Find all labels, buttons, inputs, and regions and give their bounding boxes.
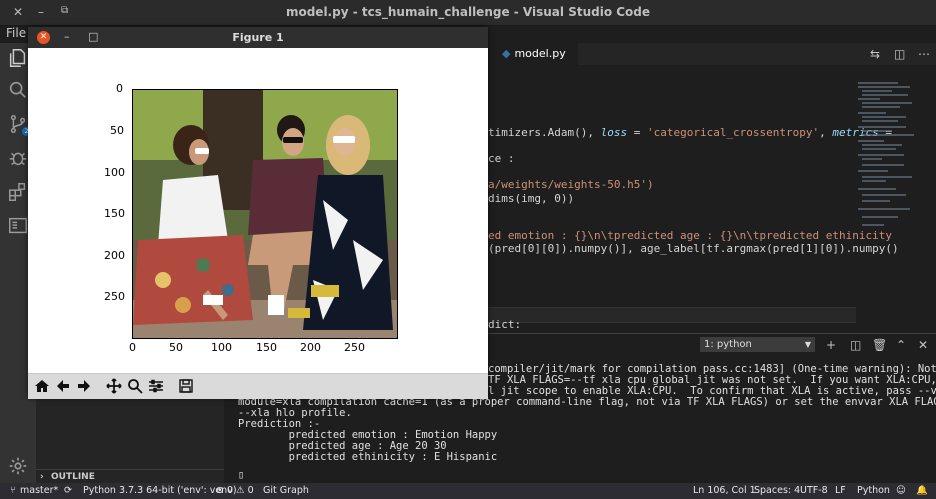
- figure-window: ✕ – □ Figure 1 0 50 100 150 200 250 0 50…: [28, 27, 488, 399]
- compare-icon[interactable]: ⇆: [870, 47, 880, 61]
- configure-subplots-icon[interactable]: [146, 377, 165, 395]
- code-line: dims(img, 0)): [488, 192, 575, 205]
- forward-arrow-icon[interactable]: [74, 377, 93, 395]
- image-display: [132, 89, 398, 339]
- debug-icon[interactable]: [6, 147, 30, 171]
- chevron-down-icon: ▼: [804, 340, 811, 349]
- code-line: (pred[0][0]).numpy()], age_label[tf.argm…: [488, 242, 899, 255]
- x-tick-label: 250: [344, 341, 365, 354]
- x-tick-label: 200: [300, 341, 321, 354]
- more-actions-icon[interactable]: ⋯: [918, 47, 930, 61]
- trash-icon[interactable]: 🗑: [872, 338, 887, 352]
- minimap[interactable]: [856, 80, 916, 240]
- extensions-icon[interactable]: [6, 181, 30, 205]
- zoom-icon[interactable]: [125, 377, 144, 395]
- tab-model-py[interactable]: ◆ model.py: [488, 43, 578, 65]
- terminal-cursor: ▯: [238, 469, 245, 481]
- back-arrow-icon[interactable]: [53, 377, 72, 395]
- code-line: ed emotion : {}\n\tpredicted age : {}\n\…: [488, 229, 892, 242]
- split-terminal-icon[interactable]: ◫: [850, 338, 861, 352]
- git-branch-icon: ⑂: [10, 485, 16, 496]
- photo-of-three-women: [133, 90, 397, 338]
- code-line: dict:: [488, 318, 522, 331]
- new-terminal-icon[interactable]: +: [826, 338, 836, 352]
- status-language[interactable]: Python: [857, 485, 890, 496]
- split-editor-icon[interactable]: ◫: [894, 47, 905, 61]
- status-position[interactable]: Ln 106, Col 1: [693, 485, 756, 496]
- terminal-line: predicted ethinicity : E Hispanic: [238, 451, 498, 463]
- home-icon[interactable]: [32, 377, 51, 395]
- status-spaces[interactable]: Spaces: 4: [754, 485, 800, 496]
- status-encoding[interactable]: UTF-8: [800, 485, 828, 496]
- outline-label: OUTLINE: [51, 472, 95, 482]
- remote-explorer-icon[interactable]: [6, 215, 30, 239]
- status-python[interactable]: Python 3.7.3 64-bit ('env': venv): [83, 485, 237, 496]
- chevron-right-icon: ›: [40, 472, 44, 482]
- maximize-panel-icon[interactable]: ⌃: [896, 338, 906, 352]
- figure-toolbar: [28, 373, 488, 399]
- status-eol[interactable]: LF: [835, 485, 846, 496]
- outline-section[interactable]: › OUTLINE: [36, 469, 224, 484]
- figure-title: Figure 1: [232, 31, 284, 44]
- tab-label: model.py: [514, 47, 566, 60]
- bell-icon[interactable]: 🔔: [916, 485, 928, 496]
- figure-titlebar: ✕ – □ Figure 1: [28, 27, 488, 48]
- status-branch[interactable]: master*: [20, 485, 58, 496]
- source-control-icon[interactable]: 2: [6, 113, 31, 137]
- terminal-select[interactable]: 1: python ▼: [700, 337, 815, 352]
- x-tick-label: 50: [169, 341, 183, 354]
- y-tick-label: 250: [104, 290, 125, 303]
- menu-file[interactable]: File: [6, 26, 26, 40]
- save-icon[interactable]: [176, 377, 195, 395]
- x-tick-label: 150: [256, 341, 277, 354]
- y-tick-label: 200: [104, 249, 125, 262]
- smiley-icon[interactable]: ☺: [896, 485, 906, 496]
- current-line-highlight: [488, 307, 856, 323]
- close-panel-icon[interactable]: ✕: [918, 338, 928, 352]
- y-tick-label: 50: [110, 124, 124, 137]
- search-icon[interactable]: [6, 79, 30, 103]
- window-titlebar: ✕ – ⧉ model.py - tcs_humain_challenge - …: [0, 0, 936, 26]
- code-line: a/weights/weights-50.h5'): [488, 178, 654, 191]
- settings-gear-icon[interactable]: [6, 455, 30, 479]
- x-tick-label: 100: [211, 341, 232, 354]
- code-line: timizers.Adam(), loss = 'categorical_cro…: [488, 126, 893, 139]
- pan-icon[interactable]: [104, 377, 123, 395]
- window-title: model.py - tcs_humain_challenge - Visual…: [285, 5, 651, 19]
- python-file-icon: ◆: [502, 47, 511, 60]
- code-line: ce :: [488, 152, 515, 165]
- y-tick-label: 100: [104, 166, 125, 179]
- y-tick-label: 150: [104, 207, 125, 220]
- explorer-icon[interactable]: [6, 47, 30, 71]
- status-gitgraph[interactable]: Git Graph: [263, 485, 309, 496]
- status-problems[interactable]: ⊗ 0 ⚠ 0: [216, 485, 254, 496]
- x-tick-label: 0: [129, 341, 136, 354]
- status-bar: ⑂ master* ⟳ Python 3.7.3 64-bit ('env': …: [0, 483, 936, 499]
- sync-icon[interactable]: ⟳: [64, 485, 72, 496]
- y-tick-label: 0: [116, 82, 123, 95]
